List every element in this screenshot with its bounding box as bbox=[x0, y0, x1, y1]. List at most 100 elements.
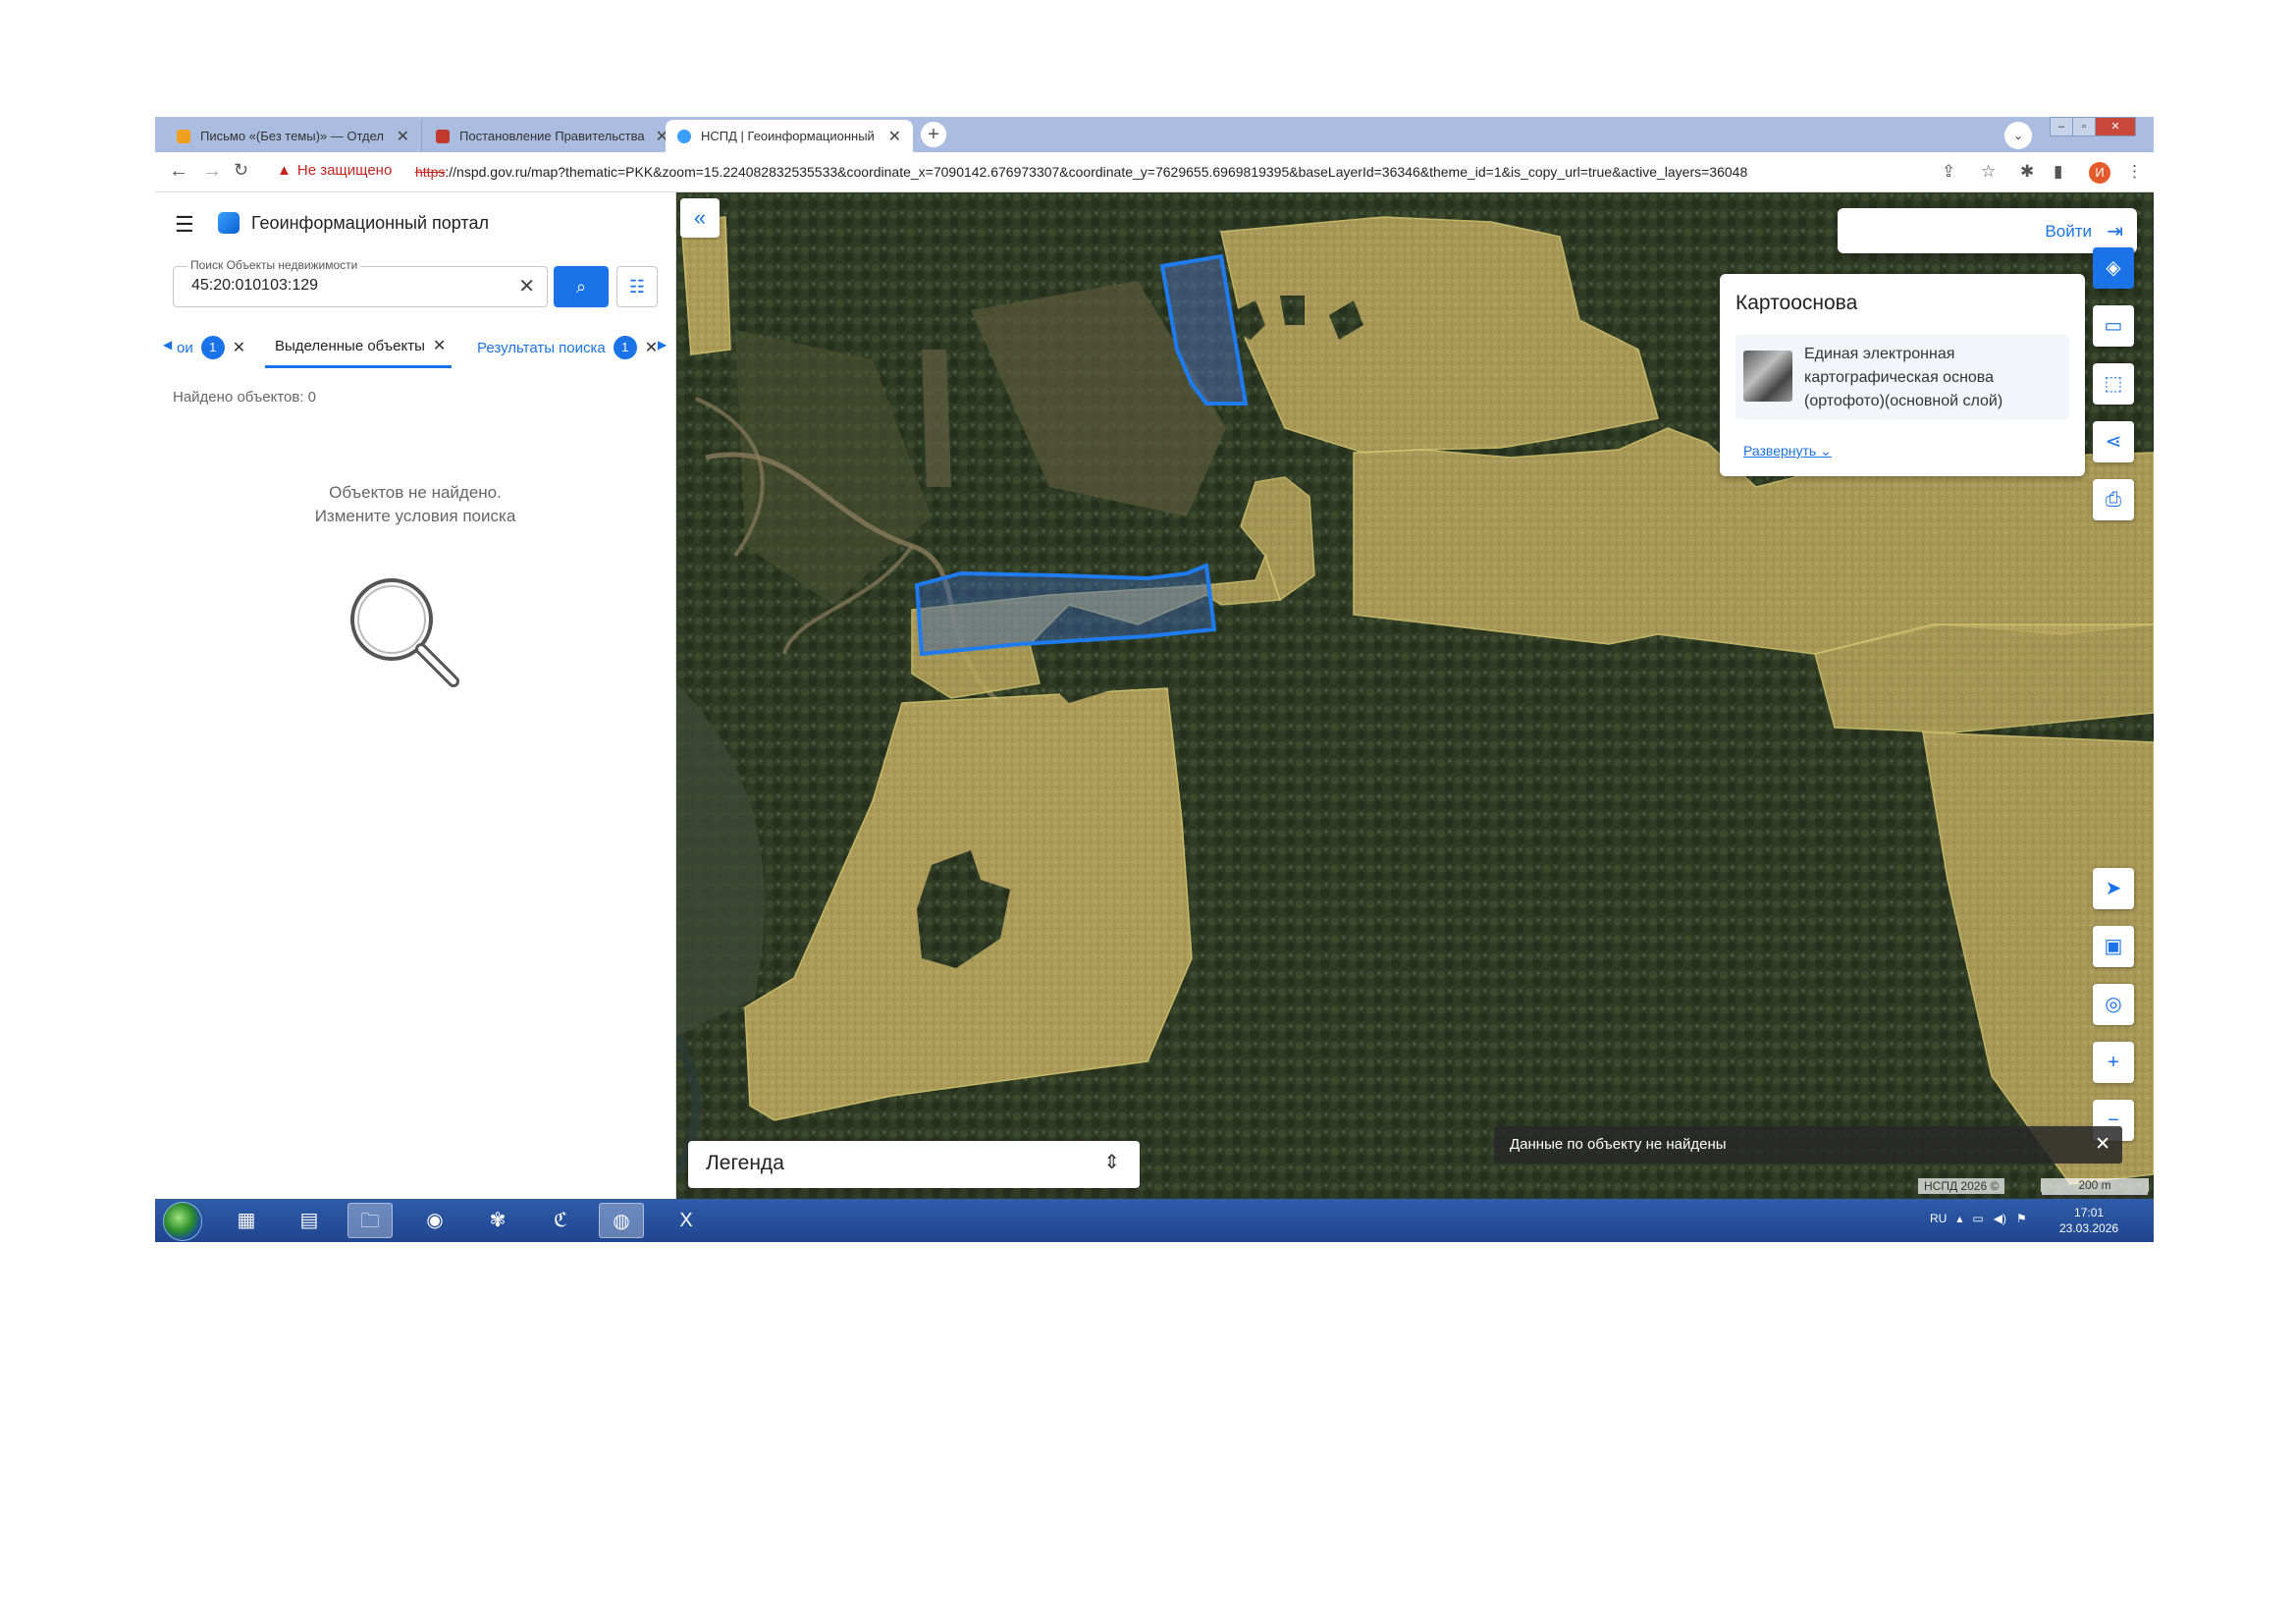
share-button[interactable]: ⋖ bbox=[2093, 421, 2134, 462]
filter-sliders-icon: ☷ bbox=[628, 277, 646, 297]
copyright: НСПД 2026 © bbox=[1918, 1178, 2005, 1194]
layer-thumbnail bbox=[1743, 351, 1792, 402]
share-page-icon[interactable]: ⇪ bbox=[1942, 162, 1955, 182]
tab-selected-objects[interactable]: Выделенные объекты ✕ bbox=[275, 336, 446, 355]
system-clock[interactable]: 17:01 23.03.2026 bbox=[2059, 1205, 2118, 1236]
forward-arrow-icon[interactable]: → bbox=[202, 160, 222, 183]
windows-taskbar: ▦ ▤ 🗀 ◉ ✾ ℭ ◍ X RU ▴ ▭ ◀) ⚑ 17:01 23.03.… bbox=[155, 1199, 2154, 1242]
measure-button[interactable]: ▭ bbox=[2093, 305, 2134, 347]
url-field[interactable]: https://nspd.gov.ru/map?thematic=PKK&zoo… bbox=[415, 164, 1747, 180]
minimap-button[interactable]: ▣ bbox=[2093, 926, 2134, 967]
tab-search-results[interactable]: Результаты поиска 1 ✕ bbox=[477, 336, 658, 359]
new-tab-button[interactable]: + bbox=[921, 122, 946, 147]
security-app-icon[interactable]: ◉ bbox=[412, 1203, 457, 1238]
security-warning-text: Не защищено bbox=[296, 162, 393, 179]
expand-link[interactable]: Развернуть ⌄ bbox=[1743, 443, 1832, 460]
gov-favicon-icon bbox=[436, 129, 450, 143]
close-tab-icon[interactable]: ✕ bbox=[433, 336, 446, 355]
minimize-window-icon[interactable]: – bbox=[2050, 117, 2073, 136]
language-indicator[interactable]: RU bbox=[1930, 1212, 1947, 1225]
print-button[interactable]: ⎙ bbox=[2093, 479, 2134, 520]
magnifier-icon bbox=[350, 578, 459, 687]
basemap-layer-name: Единая электронная картографическая осно… bbox=[1804, 346, 2003, 409]
location-arrow-icon: ➤ bbox=[2105, 878, 2122, 899]
expand-collapse-icon: ⇕ bbox=[1103, 1152, 1120, 1173]
double-chevron-left-icon: « bbox=[693, 205, 707, 230]
browser-tab-decree[interactable]: Постановление Правительства ✕ bbox=[424, 120, 681, 152]
target-icon: ◎ bbox=[2105, 994, 2122, 1015]
browser-tab-nspd[interactable]: НСПД | Геоинформационный п ✕ bbox=[666, 120, 913, 152]
empty-line-1: Объектов не найдено. bbox=[329, 483, 502, 502]
filter-button[interactable]: ☷ bbox=[616, 266, 658, 307]
search-button[interactable]: ⌕ bbox=[554, 266, 609, 307]
map-canvas[interactable]: « Войти ⇥ Картооснова Единая электронная… bbox=[676, 192, 2154, 1199]
clear-search-icon[interactable]: ✕ bbox=[518, 274, 535, 298]
network-icon[interactable]: ▭ bbox=[1972, 1212, 1983, 1225]
basemap-panel: Картооснова Единая электронная картограф… bbox=[1720, 274, 2085, 476]
file-explorer-icon[interactable]: 🗀 bbox=[347, 1203, 393, 1238]
close-toast-icon[interactable]: ✕ bbox=[2095, 1133, 2110, 1156]
empty-state-message: Объектов не найдено. Измените условия по… bbox=[155, 481, 675, 528]
close-tab-icon[interactable]: ✕ bbox=[233, 338, 245, 357]
hamburger-menu-icon[interactable]: ☰ bbox=[175, 212, 194, 238]
c-app-icon[interactable]: ℭ bbox=[538, 1203, 583, 1238]
bookmark-star-icon[interactable]: ☆ bbox=[1981, 162, 1996, 182]
maximize-window-icon[interactable]: ▫ bbox=[2072, 117, 2096, 136]
result-tabs: ◀ ои 1 ✕ Выделенные объекты ✕ Результаты… bbox=[155, 326, 675, 369]
minimap-icon: ▣ bbox=[2104, 936, 2123, 957]
security-warning[interactable]: ▲ Не защищено bbox=[277, 162, 392, 179]
legend-dropdown[interactable]: Легенда ⇕ bbox=[688, 1141, 1140, 1188]
select-area-button[interactable]: ⬚ bbox=[2093, 363, 2134, 405]
share-icon: ⋖ bbox=[2105, 431, 2122, 453]
browser-menu-icon[interactable]: ⋮ bbox=[2126, 162, 2143, 182]
close-tab-icon[interactable]: ✕ bbox=[397, 127, 409, 146]
flag-icon[interactable]: ⚑ bbox=[2016, 1212, 2027, 1225]
tab-label: Выделенные объекты bbox=[275, 337, 425, 354]
legend-label: Легенда bbox=[706, 1152, 784, 1174]
excel-app-icon[interactable]: X bbox=[664, 1203, 709, 1238]
layers-button[interactable]: ◈ bbox=[2093, 247, 2134, 289]
url-scheme: https bbox=[415, 164, 446, 180]
empty-line-2: Измените условия поиска bbox=[314, 507, 516, 525]
extensions-puzzle-icon[interactable]: ✱ bbox=[2020, 162, 2034, 182]
login-label: Войти bbox=[2045, 222, 2092, 241]
search-icon: ⌕ bbox=[575, 277, 587, 297]
volume-icon[interactable]: ◀) bbox=[1994, 1212, 2006, 1225]
start-button[interactable] bbox=[163, 1202, 202, 1241]
mail-favicon-icon bbox=[177, 129, 190, 143]
tab-title: Письмо «(Без темы)» — Отдел а bbox=[200, 129, 387, 143]
tab-previous[interactable]: ои 1 ✕ bbox=[177, 336, 245, 359]
chrome-browser-icon[interactable]: ◍ bbox=[599, 1203, 644, 1238]
close-window-icon[interactable]: ✕ bbox=[2095, 117, 2136, 136]
browser-tab-mail[interactable]: Письмо «(Без темы)» — Отдел а ✕ bbox=[165, 120, 422, 152]
media-app-icon[interactable]: ▦ bbox=[224, 1203, 269, 1238]
search-point-button[interactable]: ◎ bbox=[2093, 984, 2134, 1025]
tray-expand-icon[interactable]: ▴ bbox=[1956, 1212, 1962, 1225]
url-text: ://nspd.gov.ru/map?thematic=PKK&zoom=15.… bbox=[445, 164, 1748, 180]
zoom-in-button[interactable]: + bbox=[2093, 1042, 2134, 1083]
reload-icon[interactable]: ↻ bbox=[234, 160, 248, 181]
paw-app-icon[interactable]: ✾ bbox=[475, 1203, 520, 1238]
spreadsheet-app-icon[interactable]: ▤ bbox=[287, 1203, 332, 1238]
portal-title: Геоинформационный портал bbox=[251, 213, 489, 233]
notification-toast: Данные по объекту не найдены ✕ bbox=[1494, 1126, 2122, 1164]
layers-icon: ◈ bbox=[2106, 257, 2121, 279]
close-tab-icon[interactable]: ✕ bbox=[645, 338, 658, 357]
back-arrow-icon[interactable]: ← bbox=[169, 160, 188, 183]
search-value: 45:20:010103:129 bbox=[191, 277, 319, 294]
profile-avatar[interactable]: И bbox=[2089, 162, 2110, 184]
login-button[interactable]: Войти ⇥ bbox=[1838, 208, 2137, 253]
found-count: Найдено объектов: 0 bbox=[173, 389, 317, 406]
side-panel-icon[interactable]: ▮ bbox=[2054, 162, 2062, 182]
tab-count-badge: 1 bbox=[613, 336, 637, 359]
tabs-scroll-left-icon[interactable]: ◀ bbox=[163, 338, 172, 352]
my-location-button[interactable]: ➤ bbox=[2093, 868, 2134, 909]
tab-search-icon[interactable]: ⌄ bbox=[2004, 122, 2032, 149]
search-input[interactable]: Поиск Объекты недвижимости 45:20:010103:… bbox=[173, 258, 548, 307]
scale-bar: 200 m bbox=[2041, 1178, 2149, 1196]
close-tab-icon[interactable]: ✕ bbox=[888, 127, 901, 146]
collapse-panel-button[interactable]: « bbox=[680, 198, 720, 238]
basemap-layer-item[interactable]: Единая электронная картографическая осно… bbox=[1735, 335, 2069, 419]
tab-title: НСПД | Геоинформационный п bbox=[701, 129, 879, 143]
tabs-scroll-right-icon[interactable]: ▶ bbox=[658, 338, 667, 352]
